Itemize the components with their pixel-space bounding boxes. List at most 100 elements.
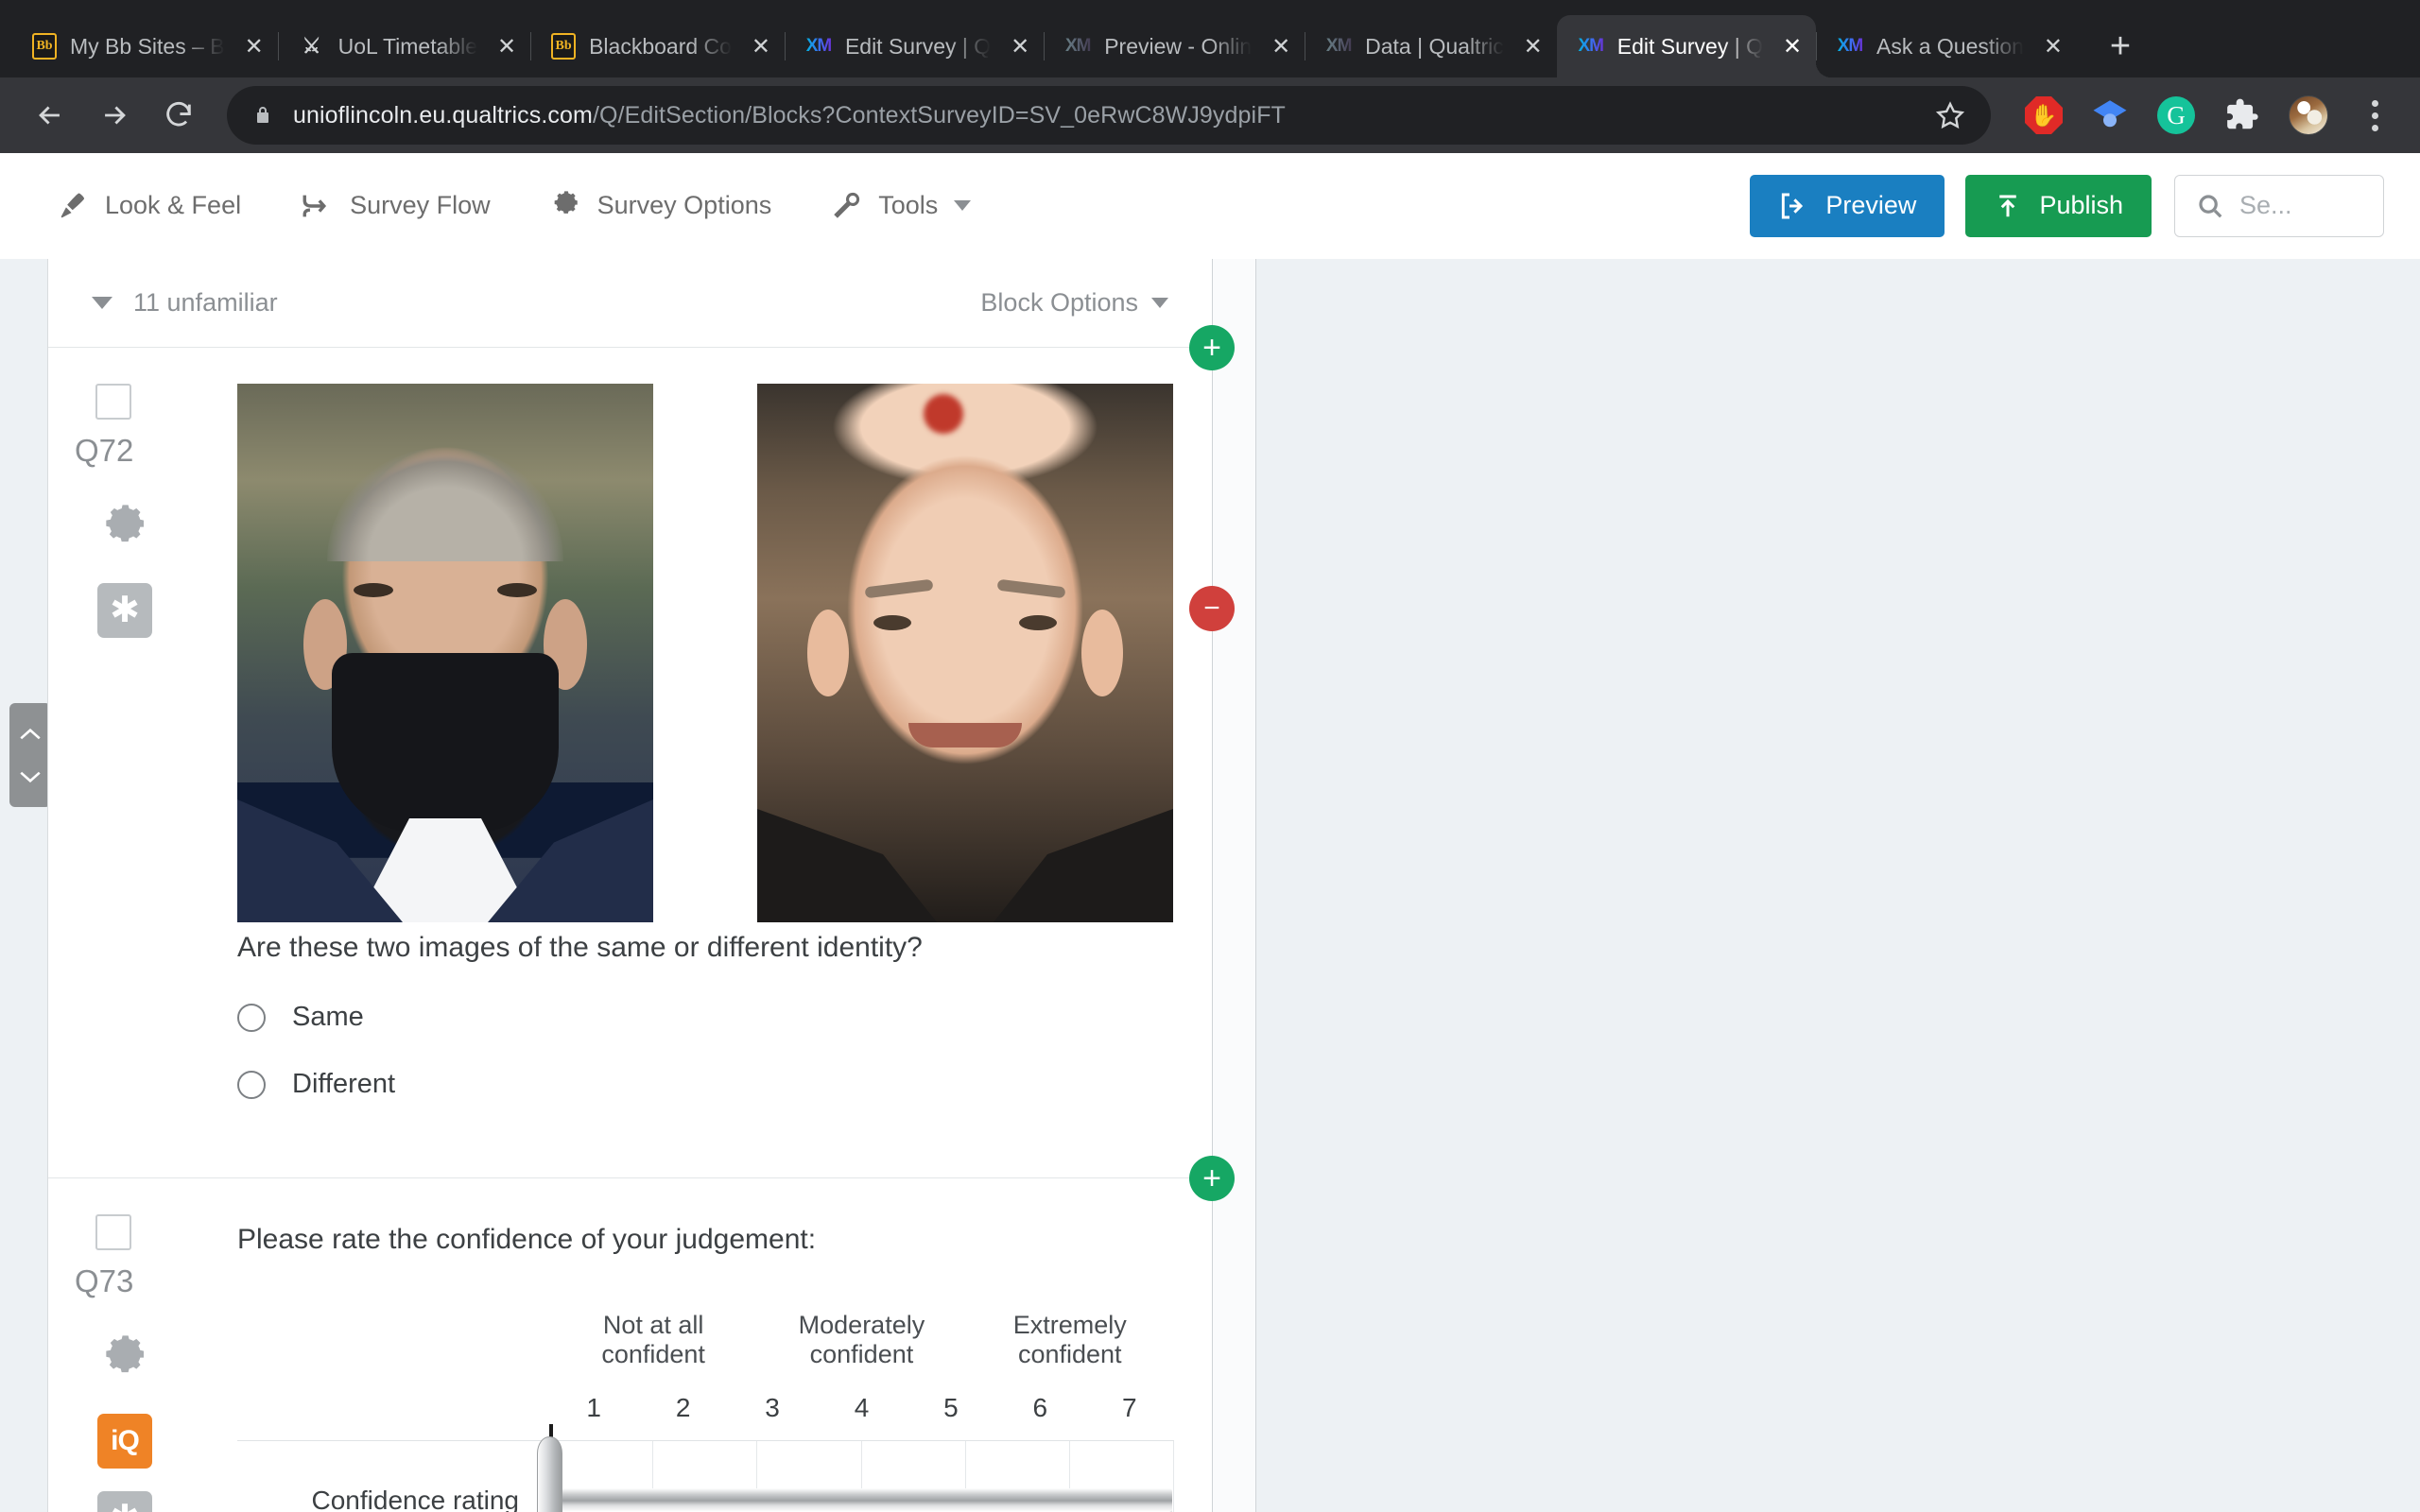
look-and-feel-label: Look & Feel xyxy=(105,191,242,219)
tools-label: Tools xyxy=(878,191,939,219)
browser-tab-active[interactable]: XM Edit Survey | Q ✕ xyxy=(1556,15,1832,77)
remove-question-button[interactable]: − xyxy=(1189,586,1235,631)
browser-window: Bb My Bb Sites – B ✕ ⚔ UoL Timetable ✕ B… xyxy=(0,0,2420,1512)
publish-button[interactable]: Publish xyxy=(1965,174,2152,237)
survey-flow-button[interactable]: Survey Flow xyxy=(300,190,491,222)
close-icon[interactable]: ✕ xyxy=(745,30,777,62)
scroll-nub[interactable] xyxy=(9,703,51,807)
grammarly-icon[interactable]: G xyxy=(2150,89,2203,142)
google-scholar-icon[interactable] xyxy=(2083,89,2136,142)
block-options-label: Block Options xyxy=(980,288,1138,317)
url-path: /Q/EditSection/Blocks?ContextSurveyID=SV… xyxy=(592,101,1286,129)
close-icon[interactable]: ✕ xyxy=(1004,30,1036,62)
choice-different[interactable]: Different xyxy=(237,1069,1174,1100)
address-bar[interactable]: unioflincoln.eu.qualtrics.com/Q/EditSect… xyxy=(227,86,1991,145)
anchor-high: Extremely confident xyxy=(1012,1311,1127,1368)
tab-title: UoL Timetable xyxy=(337,33,478,59)
tick-5: 5 xyxy=(943,1393,959,1422)
blackboard-icon: Bb xyxy=(551,33,577,60)
tick-7: 7 xyxy=(1121,1393,1137,1422)
url-host: unioflincoln.eu.qualtrics.com xyxy=(293,101,593,129)
browser-tab[interactable]: Bb My Bb Sites – B ✕ xyxy=(11,15,278,77)
stimulus-images xyxy=(237,384,1174,922)
survey-options-label: Survey Options xyxy=(596,191,772,219)
slider-cells[interactable] xyxy=(537,1424,1175,1512)
choice-label: Different xyxy=(292,1069,396,1099)
lock-icon xyxy=(251,104,274,127)
face-image-right xyxy=(757,384,1173,922)
qualtrics-xm-icon: XM xyxy=(1837,33,1864,60)
tab-title: Data | Qualtric xyxy=(1365,33,1504,59)
question-gear-icon[interactable] xyxy=(97,1333,171,1391)
chevron-down-icon xyxy=(20,771,41,782)
anchor-low: Not at all confident xyxy=(601,1311,705,1368)
tick-4: 4 xyxy=(854,1393,870,1422)
close-icon[interactable]: ✕ xyxy=(238,30,270,62)
browser-tab[interactable]: Bb Blackboard Co ✕ xyxy=(530,15,785,77)
browser-tab[interactable]: XM Preview - Onlin ✕ xyxy=(1044,15,1305,77)
browser-tab[interactable]: XM Ask a Question ✕ xyxy=(1816,15,2077,77)
question-number: Q73 xyxy=(75,1263,134,1298)
close-icon[interactable]: ✕ xyxy=(1265,30,1297,62)
required-asterisk-badge[interactable]: ✱ xyxy=(97,1491,152,1512)
chrome-menu-icon[interactable] xyxy=(2350,89,2399,142)
slider-track[interactable] xyxy=(549,1488,1172,1512)
question-body: Are these two images of the same or diff… xyxy=(171,348,1212,1177)
blackboard-icon: Bb xyxy=(32,33,57,60)
left-rail xyxy=(0,259,51,1512)
add-question-button[interactable]: + xyxy=(1189,1156,1235,1201)
iq-score-badge[interactable]: iQ xyxy=(97,1414,152,1469)
close-icon[interactable]: ✕ xyxy=(491,30,523,62)
browser-tab[interactable]: ⚔ UoL Timetable ✕ xyxy=(277,15,530,77)
qualtrics-xm-icon: XM xyxy=(1325,33,1353,60)
add-question-button[interactable]: + xyxy=(1189,325,1235,370)
question-row-q72: + − Q72 ✱ Are these two images of the sa… xyxy=(48,325,1235,1178)
back-icon[interactable] xyxy=(21,86,79,145)
face-image-left xyxy=(237,384,653,922)
browser-tab[interactable]: XM Data | Qualtric ✕ xyxy=(1305,15,1557,77)
question-gear-icon[interactable] xyxy=(97,503,171,560)
collapse-caret-icon[interactable] xyxy=(92,297,112,309)
survey-options-button[interactable]: Survey Options xyxy=(549,190,772,222)
close-icon[interactable]: ✕ xyxy=(1517,30,1549,62)
tab-strip: Bb My Bb Sites – B ✕ ⚔ UoL Timetable ✕ B… xyxy=(0,0,2420,77)
block-title[interactable]: 11 unfamiliar xyxy=(133,288,278,318)
question-gutter: Q73 iQ ✱ xyxy=(48,1178,171,1512)
reload-icon[interactable] xyxy=(149,86,208,145)
radio-icon[interactable] xyxy=(237,1070,266,1099)
block-options-button[interactable]: Block Options xyxy=(980,288,1168,318)
scale-anchors: Not at all confident Moderately confiden… xyxy=(237,1311,1174,1369)
question-checkbox[interactable] xyxy=(95,1214,131,1250)
extensions-puzzle-icon[interactable] xyxy=(2216,89,2269,142)
url-text: unioflincoln.eu.qualtrics.com/Q/EditSect… xyxy=(293,102,1906,129)
profile-avatar[interactable] xyxy=(2282,89,2335,142)
right-gutter xyxy=(1213,259,1255,1512)
survey-toolbar: Look & Feel Survey Flow Survey Options T… xyxy=(0,153,2420,259)
browser-tab[interactable]: XM Edit Survey | Q ✕ xyxy=(784,15,1044,77)
adblock-icon[interactable]: ✋ xyxy=(2017,89,2070,142)
look-and-feel-button[interactable]: Look & Feel xyxy=(57,190,241,222)
qualtrics-xm-icon: XM xyxy=(1064,33,1092,60)
required-asterisk-badge[interactable]: ✱ xyxy=(97,583,152,638)
question-checkbox[interactable] xyxy=(95,384,131,420)
tick-6: 6 xyxy=(1032,1393,1048,1422)
close-icon[interactable]: ✕ xyxy=(2037,30,2069,62)
qualtrics-xm-icon: XM xyxy=(1578,33,1604,60)
grammarly-glyph: G xyxy=(2157,96,2195,134)
tab-title: Edit Survey | Q xyxy=(844,33,992,59)
forward-icon[interactable] xyxy=(85,86,144,145)
question-text: Are these two images of the same or diff… xyxy=(237,932,923,963)
tools-button[interactable]: Tools xyxy=(830,190,972,222)
qualtrics-app: Look & Feel Survey Flow Survey Options T… xyxy=(0,153,2420,1512)
uol-crest-icon: ⚔ xyxy=(302,34,321,58)
question-text: Please rate the confidence of your judge… xyxy=(237,1224,817,1255)
slider-handle[interactable] xyxy=(537,1436,562,1512)
wrench-icon xyxy=(834,192,860,218)
search-input[interactable]: Se... xyxy=(2174,174,2384,237)
close-icon[interactable]: ✕ xyxy=(1776,30,1808,62)
choice-same[interactable]: Same xyxy=(237,1002,1174,1033)
new-tab-button[interactable]: + xyxy=(2094,20,2147,73)
preview-button[interactable]: Preview xyxy=(1750,174,1945,237)
radio-icon[interactable] xyxy=(237,1003,266,1032)
bookmark-star-icon[interactable] xyxy=(1925,90,1976,141)
